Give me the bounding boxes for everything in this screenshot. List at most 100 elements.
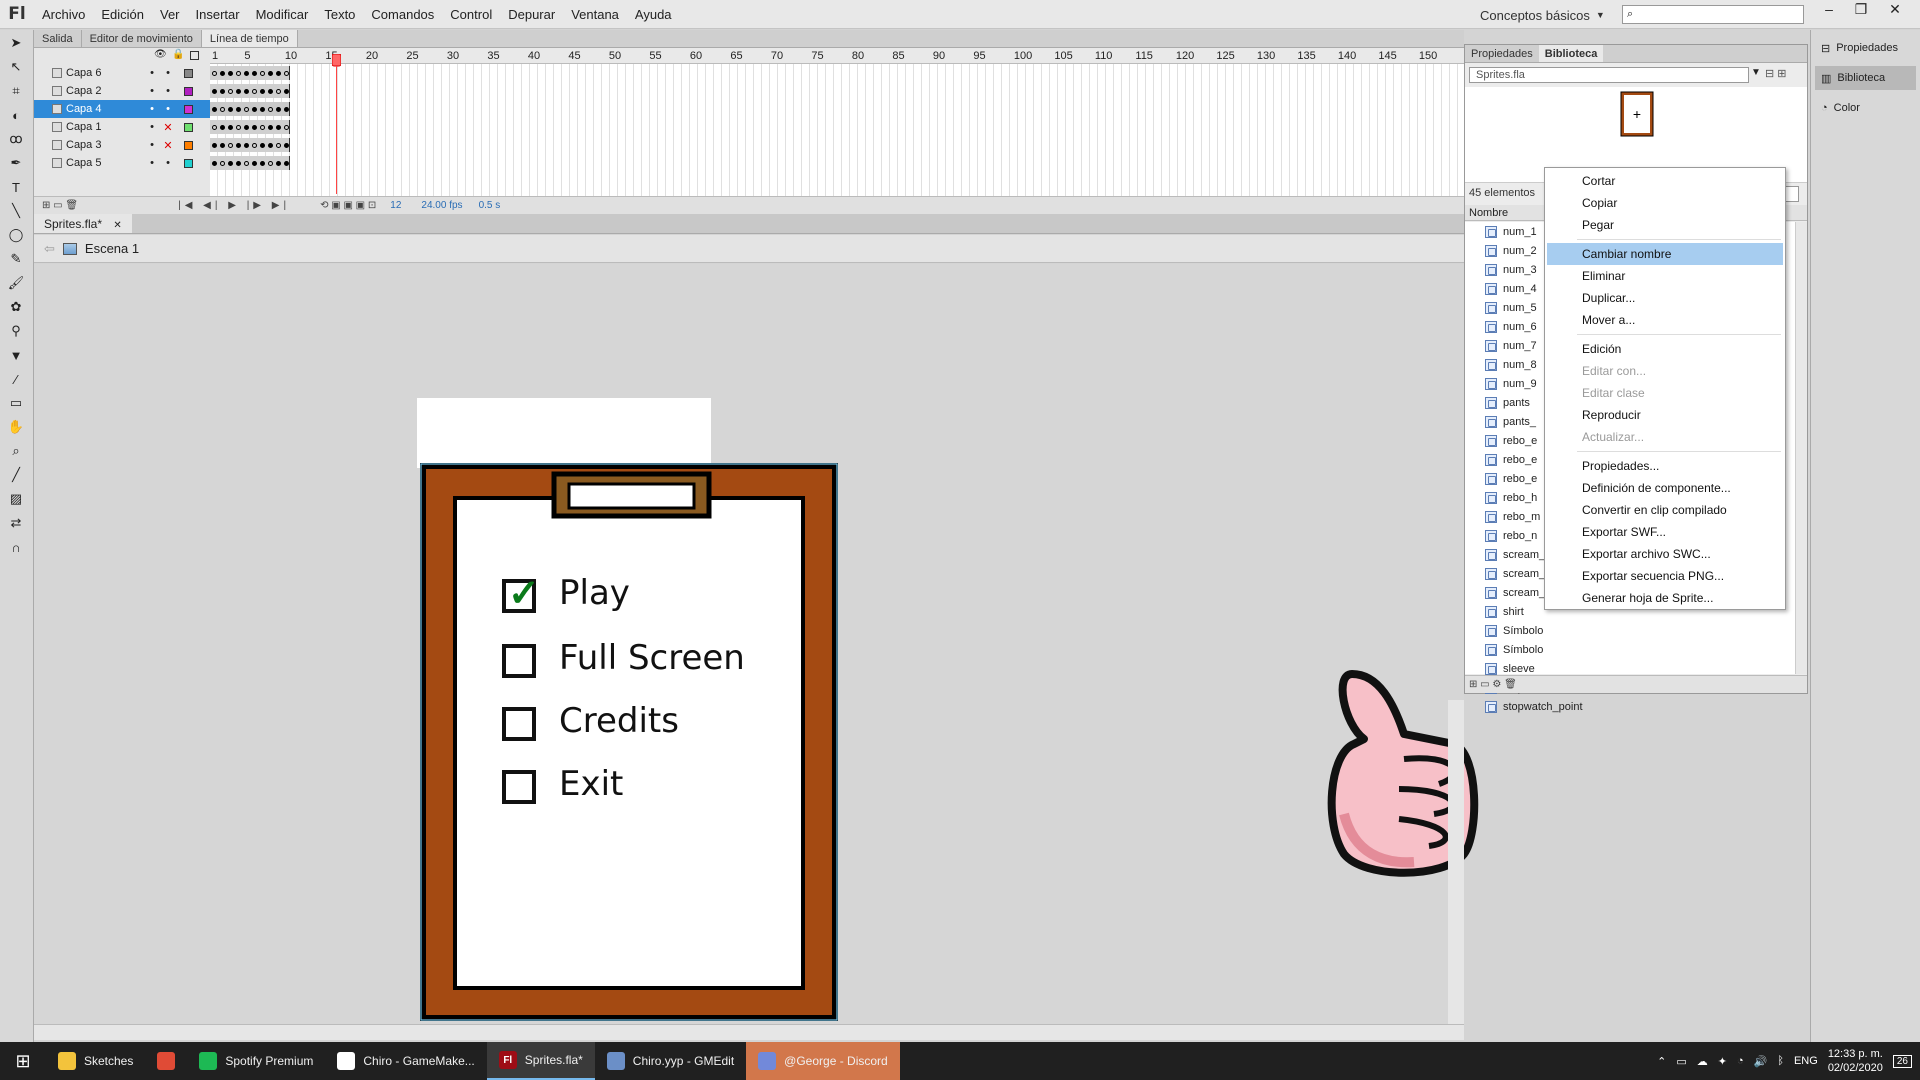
context-menu-item[interactable]: Exportar archivo SWC...	[1547, 543, 1783, 565]
battery-icon[interactable]: ▭	[1676, 1055, 1686, 1068]
snap-magnet-icon[interactable]: ∩	[5, 536, 27, 558]
layer-lock-dot[interactable]: ✕	[160, 121, 176, 134]
stage-horizontal-scrollbar[interactable]	[34, 1024, 1464, 1040]
context-menu-item[interactable]: Cortar	[1547, 170, 1783, 192]
menu-item-2[interactable]: Ver	[152, 0, 188, 29]
eraser-icon[interactable]: ▭	[5, 392, 27, 414]
dropbox-icon[interactable]: ✦	[1718, 1055, 1727, 1068]
menu-item-6[interactable]: Comandos	[363, 0, 442, 29]
subselection-tool-icon[interactable]: ↖	[5, 56, 27, 78]
layer-visibility-dot[interactable]: •	[144, 157, 160, 169]
layer-lock-dot[interactable]: •	[160, 67, 176, 79]
tab-timeline-1[interactable]: Editor de movimiento	[82, 30, 202, 47]
bluetooth-icon[interactable]: ᛒ	[1777, 1055, 1784, 1067]
context-menu-item[interactable]: Exportar SWF...	[1547, 521, 1783, 543]
library-scrollbar[interactable]	[1795, 222, 1807, 674]
paint-bucket-icon[interactable]: ▼	[5, 344, 27, 366]
selection-tool-icon[interactable]: ➤	[5, 32, 27, 54]
taskbar-item-5[interactable]: Chiro.yyp - GMEdit	[595, 1042, 746, 1080]
panel-shortcut-2[interactable]: ◔ Color	[1815, 96, 1916, 120]
oval-tool-icon[interactable]: ◯	[5, 224, 27, 246]
minimize-button[interactable]: –	[1814, 0, 1844, 20]
taskbar-item-1[interactable]	[145, 1042, 187, 1080]
menu-item-9[interactable]: Ventana	[563, 0, 627, 29]
notifications-icon[interactable]: 26	[1892, 1054, 1912, 1068]
library-item[interactable]: Símbolo	[1465, 621, 1795, 640]
layer-visibility-dot[interactable]: •	[144, 103, 160, 115]
context-menu-item[interactable]: Exportar secuencia PNG...	[1547, 565, 1783, 587]
menu-item-0[interactable]: Archivo	[34, 0, 93, 29]
layer-row[interactable]: Capa 2 • •	[34, 82, 210, 100]
checkbox-0[interactable]: ✓	[502, 573, 540, 615]
clock[interactable]: 12:33 p. m. 02/02/2020	[1828, 1047, 1883, 1075]
onion-skin-icons[interactable]: ⟲ ▣ ▣ ▣ ⊡	[320, 200, 376, 211]
pin-icon[interactable]: ⊟ ⊞	[1765, 67, 1787, 80]
context-menu-item[interactable]: Propiedades...	[1547, 455, 1783, 477]
layer-lock-dot[interactable]: •	[160, 103, 176, 115]
onedrive-icon[interactable]: ☁	[1697, 1055, 1708, 1068]
taskbar-item-4[interactable]: Fl Sprites.fla*	[486, 1042, 595, 1080]
chevron-down-icon[interactable]: ▼	[1751, 67, 1761, 78]
zoom-tool-icon[interactable]: ⌕	[5, 440, 27, 462]
new-layer-icon[interactable]: ⊞ ▭ 🗑	[42, 200, 78, 211]
layer-color-swatch[interactable]	[184, 86, 193, 96]
playhead[interactable]	[332, 54, 341, 194]
lasso-tool-icon[interactable]: ꝏ	[5, 128, 27, 150]
layer-row[interactable]: Capa 4 • •	[34, 100, 210, 118]
stage-area[interactable]: ✓ Play Full Screen Credits Exit	[34, 264, 1479, 1024]
pen-tool-icon[interactable]: ✒	[5, 152, 27, 174]
context-menu-item[interactable]: Definición de componente...	[1547, 477, 1783, 499]
text-tool-icon[interactable]: T	[5, 176, 27, 198]
clipboard-sprite[interactable]	[419, 462, 869, 1022]
tab-library-1[interactable]: Biblioteca	[1538, 45, 1604, 62]
context-menu-item[interactable]: Copiar	[1547, 192, 1783, 214]
layer-row[interactable]: Capa 3 • ✕	[34, 136, 210, 154]
menu-item-4[interactable]: Modificar	[248, 0, 317, 29]
checkbox-1[interactable]	[502, 644, 536, 678]
library-document-select[interactable]: Sprites.fla	[1469, 67, 1749, 83]
taskbar-item-0[interactable]: Sketches	[46, 1042, 145, 1080]
lock-icon[interactable]: 🔒	[172, 49, 184, 60]
tab-sprites-fla[interactable]: Sprites.fla* ✕	[34, 214, 132, 233]
deco-tool-icon[interactable]: ✿	[5, 296, 27, 318]
layer-color-swatch[interactable]	[184, 158, 193, 168]
library-item[interactable]: stopwatch_point	[1465, 697, 1795, 716]
context-menu-item[interactable]: Pegar	[1547, 214, 1783, 236]
context-menu-item[interactable]: Edición	[1547, 338, 1783, 360]
layer-row[interactable]: Capa 1 • ✕	[34, 118, 210, 136]
checkbox-2[interactable]	[502, 707, 536, 741]
language-indicator[interactable]: ENG	[1794, 1055, 1818, 1067]
volume-icon[interactable]: 🔊	[1754, 1055, 1768, 1068]
workspace-switcher[interactable]: Conceptos básicos ▼	[1480, 5, 1610, 25]
tab-timeline-2[interactable]: Línea de tiempo	[201, 30, 298, 47]
tray-chevron-icon[interactable]: ⌃	[1657, 1055, 1666, 1068]
restore-button[interactable]: ❐	[1846, 0, 1876, 20]
stage-canvas[interactable]	[417, 398, 711, 468]
layer-lock-dot[interactable]: ✕	[160, 139, 176, 152]
playback-controls[interactable]: |◀ ◀| ▶ |▶ ▶|	[178, 200, 290, 211]
frame-grid[interactable]	[210, 48, 1464, 196]
back-arrow-icon[interactable]: ⇦	[44, 241, 55, 257]
taskbar-item-2[interactable]: Spotify Premium	[187, 1042, 325, 1080]
layer-color-swatch[interactable]	[184, 140, 193, 150]
layer-color-swatch[interactable]	[184, 122, 193, 132]
line-tool-icon[interactable]: ╲	[5, 200, 27, 222]
panel-shortcut-0[interactable]: ⊟ Propiedades	[1815, 36, 1916, 60]
swap-colors-icon[interactable]: ⇄	[5, 512, 27, 534]
stage-vertical-scrollbar[interactable]	[1448, 700, 1464, 1024]
context-menu-item[interactable]: Cambiar nombre	[1547, 243, 1783, 265]
eye-icon[interactable]: 👁	[154, 49, 167, 60]
bone-tool-icon[interactable]: ⚲	[5, 320, 27, 342]
menu-item-5[interactable]: Texto	[316, 0, 363, 29]
menu-item-10[interactable]: Ayuda	[627, 0, 680, 29]
layer-lock-dot[interactable]: •	[160, 85, 176, 97]
layer-row[interactable]: Capa 5 • •	[34, 154, 210, 172]
context-menu-item[interactable]: Generar hoja de Sprite...	[1547, 587, 1783, 609]
context-menu-item[interactable]: Reproducir	[1547, 404, 1783, 426]
3d-rotation-tool-icon[interactable]: ◐	[5, 104, 27, 126]
free-transform-tool-icon[interactable]: ⌗	[5, 80, 27, 102]
layer-visibility-dot[interactable]: •	[144, 85, 160, 97]
outline-icon[interactable]	[190, 51, 199, 60]
layer-visibility-dot[interactable]: •	[144, 121, 160, 133]
taskbar-item-6[interactable]: @George - Discord	[746, 1042, 900, 1080]
